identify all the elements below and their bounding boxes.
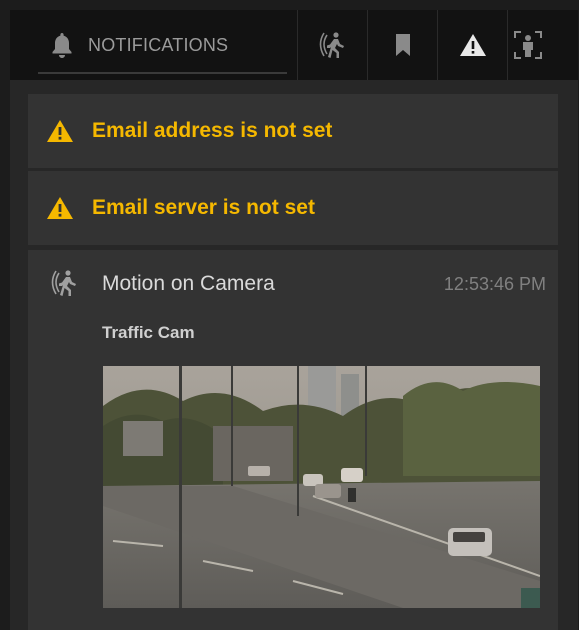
tab-bookmarks[interactable]	[368, 10, 438, 80]
tab-bar: NOTIFICATIONS	[10, 10, 578, 80]
bookmark-icon	[393, 32, 413, 58]
warning-text: Email server is not set	[92, 196, 315, 219]
camera-snapshot[interactable]	[103, 366, 540, 608]
motion-icon	[318, 30, 348, 60]
event-timestamp: 12:53:46 PM	[443, 274, 546, 294]
warning-email-server[interactable]: Email server is not set	[28, 171, 558, 245]
bell-icon	[50, 31, 74, 59]
warning-icon	[46, 195, 74, 221]
tab-warnings[interactable]	[438, 10, 508, 80]
warning-text: Email address is not set	[92, 119, 333, 142]
tab-notifications[interactable]: NOTIFICATIONS	[10, 10, 298, 80]
notification-panel: NOTIFICATIONS Email address is not set E…	[10, 10, 578, 630]
tab-motion[interactable]	[298, 10, 368, 80]
warning-icon	[46, 118, 74, 144]
motion-event-card[interactable]: Motion on Camera 12:53:46 PM Traffic Cam	[28, 250, 558, 630]
tab-notifications-label: NOTIFICATIONS	[88, 34, 229, 55]
motion-icon	[50, 268, 80, 298]
tab-person-detection[interactable]	[508, 10, 548, 80]
event-camera-name: Traffic Cam	[102, 323, 195, 342]
warning-icon	[459, 32, 487, 58]
person-detection-icon	[513, 30, 543, 60]
warning-email-address[interactable]: Email address is not set	[28, 94, 558, 168]
event-title: Motion on Camera	[102, 272, 275, 295]
